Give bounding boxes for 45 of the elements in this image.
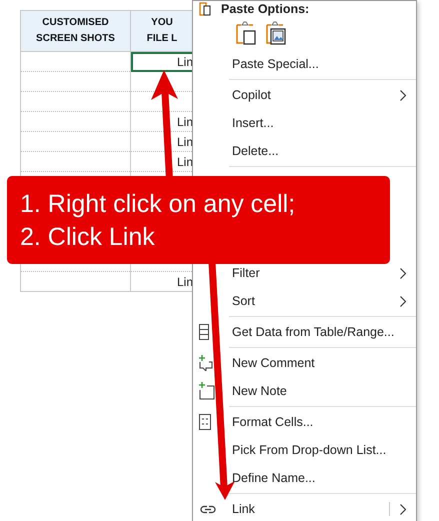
- menu-item-label: Copilot: [232, 88, 272, 102]
- menu-item-label: New Comment: [232, 356, 316, 370]
- menu-item[interactable]: Delete...: [193, 137, 416, 165]
- paste-options-title: Paste Options:: [221, 2, 310, 16]
- menu-item[interactable]: Get Data from Table/Range...: [193, 318, 416, 346]
- table-icon: [199, 324, 209, 340]
- menu-item-label: Insert...: [232, 116, 275, 130]
- table-cell[interactable]: [20, 152, 130, 172]
- menu-item[interactable]: Define Name...: [193, 464, 416, 492]
- table-cell[interactable]: [20, 92, 130, 112]
- menu-item-label: Paste Special...: [232, 57, 320, 71]
- menu-item-label: Get Data from Table/Range...: [232, 325, 396, 339]
- menu-item-label: Format Cells...: [232, 415, 314, 429]
- menu-item-label: Pick From Drop-down List...: [232, 443, 388, 457]
- menu-item-label: Sort: [232, 294, 256, 308]
- menu-item[interactable]: New Comment: [193, 349, 416, 377]
- table-cell[interactable]: [20, 112, 130, 132]
- menu-item[interactable]: Pick From Drop-down List...: [193, 436, 416, 464]
- instruction-text: 2. Click Link: [20, 222, 155, 253]
- format-cells-icon: [199, 414, 211, 430]
- new-note-icon: [199, 382, 215, 400]
- menu-item-label: Filter: [232, 266, 261, 280]
- menu-item-label: Define Name...: [232, 471, 316, 485]
- paste-picture-icon[interactable]: [265, 21, 287, 45]
- new-comment-icon: [199, 355, 213, 371]
- menu-item[interactable]: Format Cells...: [193, 408, 416, 436]
- menu-item-label: Link: [232, 502, 256, 516]
- menu-item[interactable]: Copilot: [193, 81, 416, 109]
- table-cell[interactable]: [20, 52, 130, 72]
- menu-item[interactable]: Link: [193, 495, 416, 521]
- column-header: YOU FILE L: [130, 10, 194, 52]
- menu-item[interactable]: Paste Special...: [193, 50, 416, 78]
- table-cell[interactable]: [20, 72, 130, 92]
- paste-icon[interactable]: [235, 21, 257, 45]
- table-cell[interactable]: [20, 272, 130, 292]
- link-icon: [199, 504, 217, 514]
- menu-item[interactable]: Insert...: [193, 109, 416, 137]
- column-header: CUSTOMISED SCREEN SHOTS: [20, 10, 130, 52]
- menu-item[interactable]: New Note: [193, 377, 416, 405]
- instruction-text: 1. Right click on any cell;: [20, 189, 296, 220]
- menu-item-label: New Note: [232, 384, 288, 398]
- menu-item-label: Delete...: [232, 144, 280, 158]
- menu-item[interactable]: Sort: [193, 287, 416, 315]
- menu-item[interactable]: Filter: [193, 259, 416, 287]
- table-cell[interactable]: [20, 132, 130, 152]
